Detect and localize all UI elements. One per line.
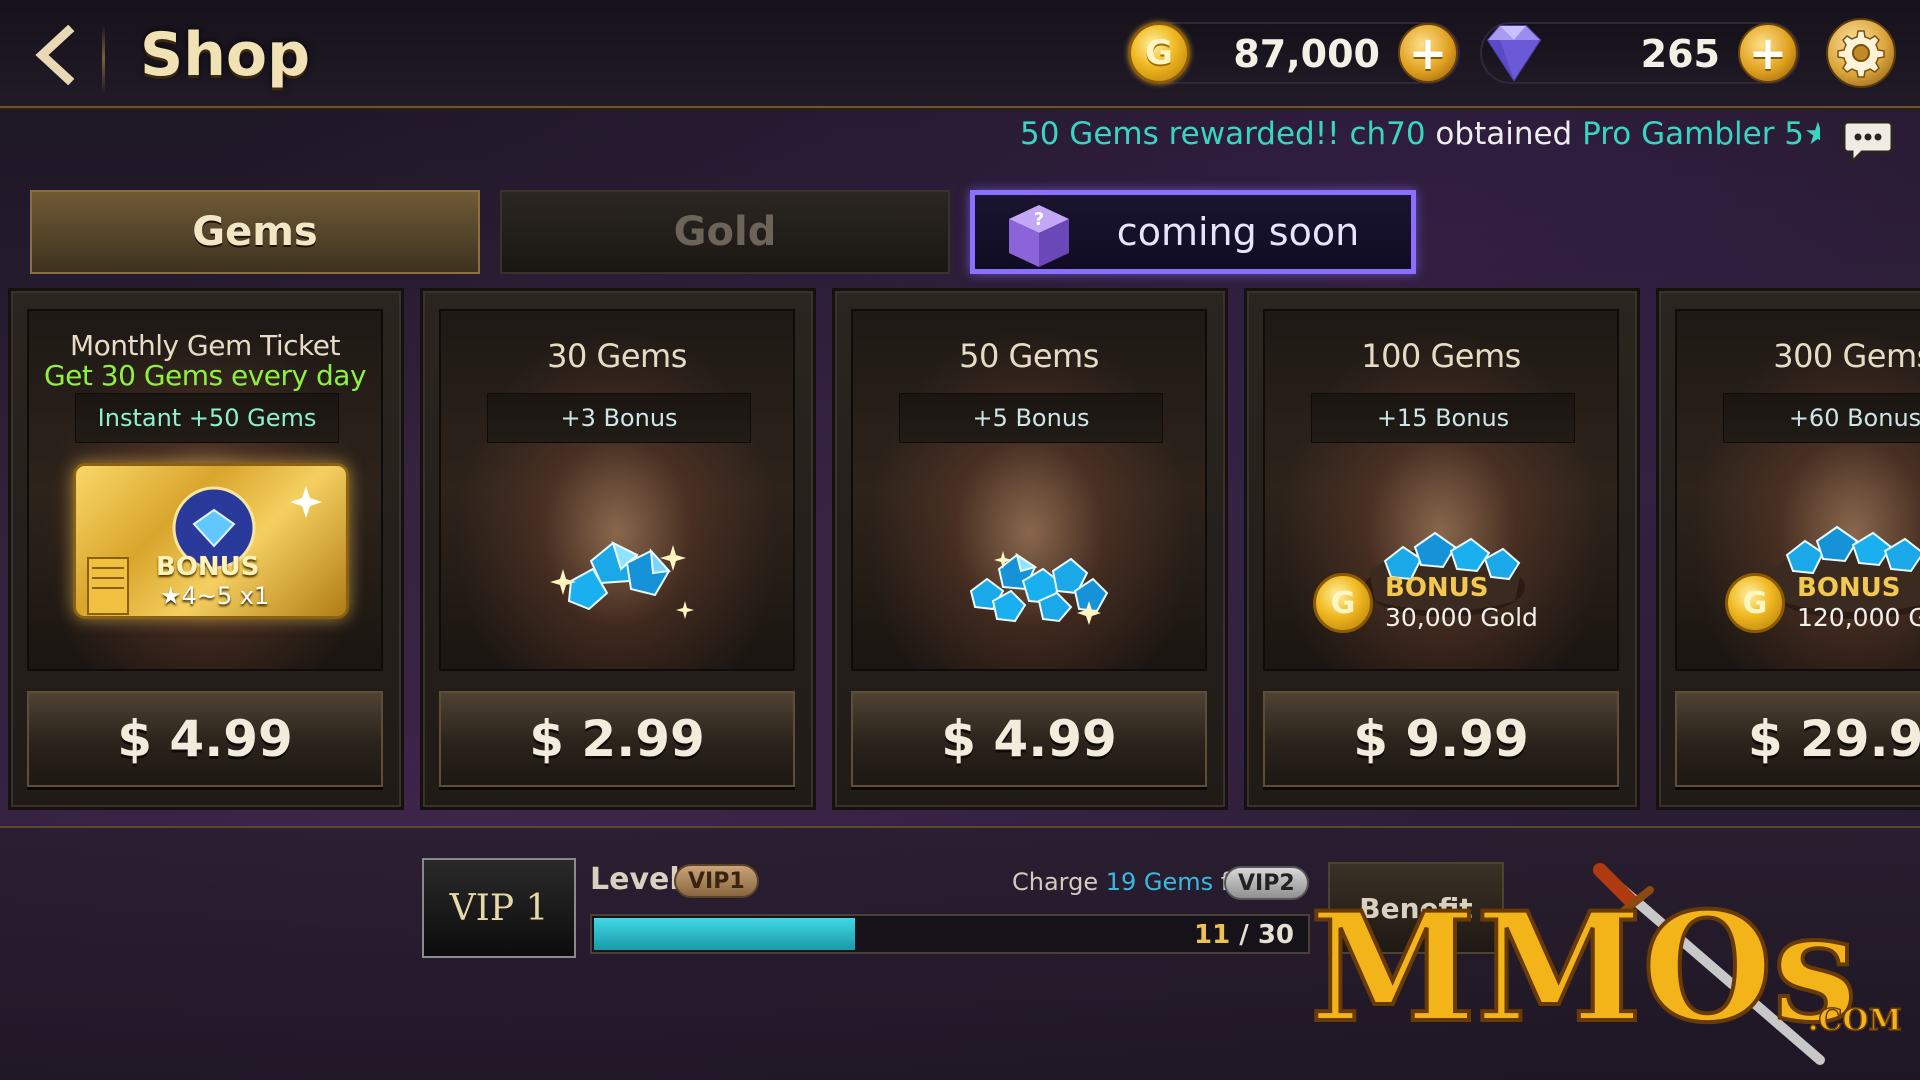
gold-coin-icon: G [1313, 573, 1373, 633]
bonus-band: +5 Bonus [899, 393, 1163, 443]
svg-text:MMOs: MMOs [1310, 880, 1857, 1056]
card-title: 100 Gems [1361, 337, 1521, 375]
ticket-bonus-label: BONUS [156, 552, 260, 582]
ticker-space [1340, 116, 1350, 152]
chat-button[interactable] [1840, 112, 1896, 168]
small-gem-pile-icon [550, 541, 694, 619]
product-card-30-gems[interactable]: 30 Gems +3 Bonus $ 2.99 [420, 288, 816, 810]
gold-bonus-value: 120,000 Gold [1797, 603, 1920, 632]
ticker-player: ch70 [1349, 116, 1426, 152]
gold-bonus-badge: G BONUS 30,000 Gold [1313, 573, 1573, 637]
card-panel: 30 Gems +3 Bonus [439, 309, 795, 671]
card-panel: 300 Gems +60 Bonus G BONUS 120,000 Gold [1675, 309, 1920, 671]
gold-balance: G 87,000 + [1128, 22, 1460, 84]
bonus-band: +3 Bonus [487, 393, 751, 443]
gem-chest-icon [1365, 531, 1525, 617]
buy-button[interactable]: $ 9.99 [1263, 691, 1619, 787]
svg-text:?: ? [1034, 209, 1044, 230]
product-card-monthly-ticket[interactable]: Monthly Gem Ticket Get 30 Gems every day… [8, 288, 404, 810]
product-carousel[interactable]: Monthly Gem Ticket Get 30 Gems every day… [8, 288, 1920, 812]
page-title: Shop [140, 20, 311, 90]
level-label: Level [590, 862, 680, 897]
announcement-ticker: 50 Gems rewarded!! ch70 obtained Pro Gam… [1020, 116, 1820, 152]
vip-progress-text: 11 / 30 [1194, 920, 1294, 950]
gem-balance: 265 + [1480, 22, 1800, 84]
ticker-verb: obtained [1425, 116, 1583, 152]
back-button[interactable] [20, 20, 90, 90]
add-gems-button[interactable]: + [1738, 23, 1798, 83]
card-panel: 100 Gems +15 Bonus G BONUS 30,000 Gold [1263, 309, 1619, 671]
charge-info: Charge 19 Gems for [1012, 868, 1254, 896]
card-panel: Monthly Gem Ticket Get 30 Gems every day… [27, 309, 383, 671]
large-gem-chest-icon [1767, 525, 1920, 619]
card-title: 300 Gems [1773, 337, 1920, 375]
top-bar: Shop G 87,000 + 265 + [0, 0, 1920, 108]
bonus-band: +15 Bonus [1311, 393, 1575, 443]
vip-progress-fill [594, 918, 855, 950]
product-card-50-gems[interactable]: 50 Gems +5 Bonus $ 4.99 [832, 288, 1228, 810]
settings-button[interactable] [1826, 18, 1896, 88]
bonus-band: Instant +50 Gems [75, 393, 339, 443]
gold-coin-icon: G [1725, 573, 1785, 633]
gold-bonus-value: 30,000 Gold [1385, 603, 1538, 632]
buy-button[interactable]: $ 4.99 [851, 691, 1207, 787]
tab-special[interactable]: ? coming soon [970, 190, 1416, 274]
diamond-icon [1486, 25, 1542, 82]
next-vip-badge: VIP2 [1224, 866, 1309, 900]
card-title: Monthly Gem Ticket Get 30 Gems every day [29, 331, 381, 391]
charge-prefix: Charge [1012, 868, 1106, 896]
gold-amount: 87,000 [1233, 32, 1380, 76]
charge-amount: 19 Gems [1105, 868, 1214, 896]
mystery-box-icon: ? [1009, 205, 1069, 267]
progress-total: 30 [1257, 920, 1294, 950]
ticket-bonus-detail: ★4~5 x1 [160, 582, 270, 610]
bonus-band: +60 Bonus [1723, 393, 1920, 443]
gem-amount: 265 [1640, 32, 1720, 76]
medium-gem-pile-icon [969, 551, 1109, 625]
progress-current: 11 [1194, 920, 1231, 950]
buy-button[interactable]: $ 29.99 [1675, 691, 1920, 787]
mmos-watermark-logo: MMOs .COM [1308, 863, 1902, 1065]
add-gold-button[interactable]: + [1398, 23, 1458, 83]
header-divider [102, 24, 105, 94]
ticker-reward: 50 Gems rewarded!! [1020, 116, 1340, 152]
progress-separator: / [1230, 920, 1258, 950]
product-card-100-gems[interactable]: 100 Gems +15 Bonus G BONUS 30,000 Gold $… [1244, 288, 1640, 810]
product-card-300-gems[interactable]: 300 Gems +60 Bonus G BONUS 120,000 Gold … [1656, 288, 1920, 810]
buy-button[interactable]: $ 2.99 [439, 691, 795, 787]
tab-gold[interactable]: Gold [500, 190, 950, 274]
gold-coin-icon: G [1128, 22, 1190, 84]
current-vip-badge: VIP1 [674, 864, 759, 898]
svg-text:.COM: .COM [1808, 1003, 1902, 1038]
chat-bubble-icon [1842, 120, 1894, 166]
chevron-left-icon [35, 25, 75, 85]
card-panel: 50 Gems +5 Bonus [851, 309, 1207, 671]
vip-card-image: VIP 1 [422, 858, 576, 958]
gear-icon [1837, 30, 1885, 78]
card-title: 30 Gems [547, 337, 687, 375]
gold-bonus-badge: G BONUS 120,000 Gold [1725, 573, 1920, 637]
gold-bonus-label: BONUS [1797, 573, 1901, 603]
tab-special-label: coming soon [1116, 210, 1360, 254]
card-title-line1: Monthly Gem Ticket [70, 329, 340, 362]
gold-bonus-label: BONUS [1385, 573, 1489, 603]
vip-progress-bar: 11 / 30 [590, 914, 1310, 954]
card-title: 50 Gems [959, 337, 1099, 375]
tab-gems[interactable]: Gems [30, 190, 480, 274]
gold-ticket-image: BONUS ★4~5 x1 [73, 463, 349, 619]
card-subtitle: Get 30 Gems every day [43, 359, 367, 392]
buy-button[interactable]: $ 4.99 [27, 691, 383, 787]
ticker-achievement: Pro Gambler 5★ [1582, 116, 1820, 152]
